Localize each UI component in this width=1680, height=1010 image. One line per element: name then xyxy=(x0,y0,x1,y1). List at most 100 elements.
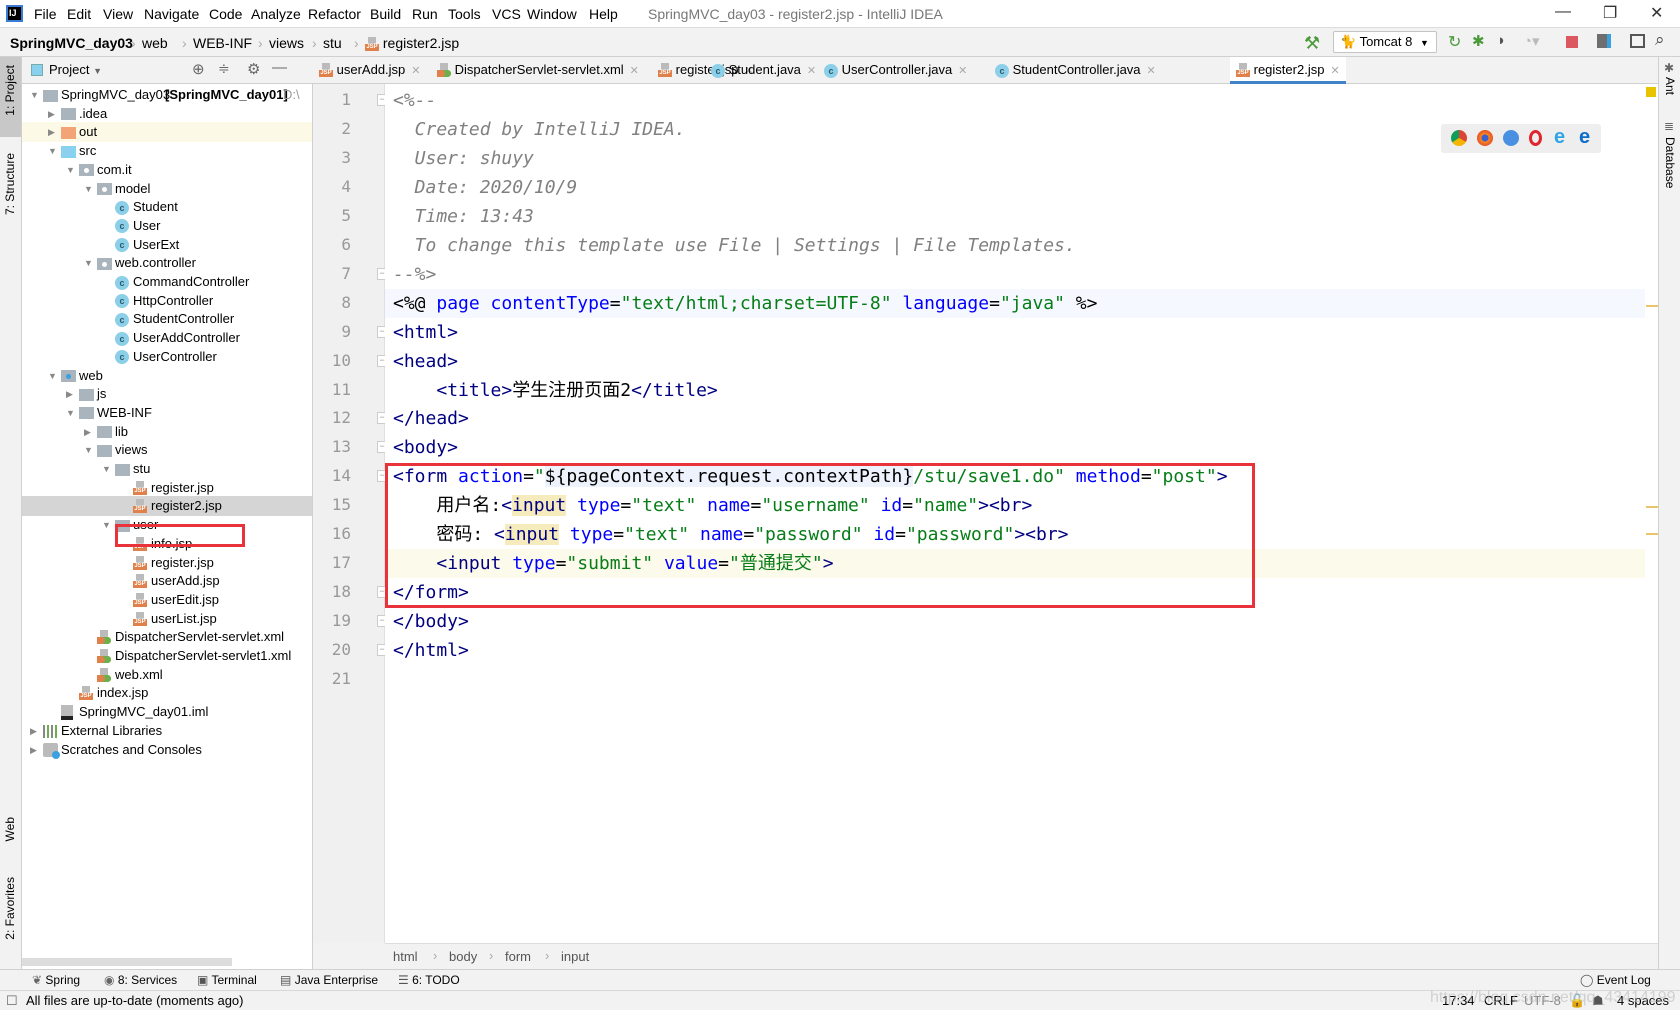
tree-item[interactable]: SpringMVC_day01.iml xyxy=(22,702,312,722)
code-line[interactable]: <body> xyxy=(385,433,1645,462)
tool-window-favorites[interactable]: 2: Favorites xyxy=(3,877,17,940)
minimize-button[interactable]: — xyxy=(1555,3,1571,21)
code-line[interactable]: <%@ page contentType="text/html;charset=… xyxy=(385,288,1645,318)
tree-item[interactable]: index.jsp xyxy=(22,683,312,703)
code-line[interactable]: <%-- xyxy=(385,86,1645,115)
run-anything-icon[interactable] xyxy=(1630,34,1645,48)
collapsed-arrow-icon[interactable]: ▶ xyxy=(84,422,91,442)
tab-dispatcherservlet-servlet-xml[interactable]: DispatcherServlet-servlet.xml ✕ xyxy=(431,57,645,84)
close-tab-icon[interactable]: ✕ xyxy=(411,65,420,77)
horizontal-scrollbar[interactable] xyxy=(22,958,232,966)
code-line[interactable]: To change this template use File | Setti… xyxy=(385,231,1645,260)
close-tab-icon[interactable]: ✕ xyxy=(1147,65,1156,77)
collapsed-arrow-icon[interactable]: ▶ xyxy=(30,721,37,741)
code-line[interactable]: <html> xyxy=(385,318,1645,347)
tree-item[interactable]: c UserAddController xyxy=(22,328,312,348)
editor-crumb[interactable]: html xyxy=(393,949,418,964)
expanded-arrow-icon[interactable]: ▼ xyxy=(48,366,57,386)
tree-item[interactable]: DispatcherServlet-servlet.xml xyxy=(22,627,312,647)
menu-window[interactable]: Window xyxy=(527,6,577,22)
code-line[interactable]: </body> xyxy=(385,607,1645,636)
tree-item[interactable]: ▶ .idea xyxy=(22,104,312,124)
expanded-arrow-icon[interactable]: ▼ xyxy=(84,253,93,273)
tree-item[interactable]: ▶ Scratches and Consoles xyxy=(22,740,312,760)
nav-crumb[interactable]: web xyxy=(142,35,168,51)
tree-item[interactable]: ▼ WEB-INF xyxy=(22,403,312,423)
menu-help[interactable]: Help xyxy=(589,6,618,22)
tree-item[interactable]: ▼ src xyxy=(22,141,312,161)
safari-icon[interactable] xyxy=(1503,130,1519,146)
menu-view[interactable]: View xyxy=(103,6,133,22)
tool-services[interactable]: ◉ 8: Services xyxy=(104,973,177,987)
close-tab-icon[interactable]: ✕ xyxy=(630,65,639,77)
collapsed-arrow-icon[interactable]: ▶ xyxy=(66,384,73,404)
expanded-arrow-icon[interactable]: ▼ xyxy=(102,515,111,535)
tab-usercontroller-java[interactable]: c UserController.java ✕ xyxy=(818,57,973,84)
close-tab-icon[interactable]: ✕ xyxy=(1330,65,1339,77)
tree-item[interactable]: web.xml xyxy=(22,665,312,685)
tool-window-structure[interactable]: 7: Structure xyxy=(3,153,17,215)
tree-item[interactable]: userAdd.jsp xyxy=(22,571,312,591)
tool-event-log[interactable]: ◯ Event Log xyxy=(1580,973,1651,987)
firefox-icon[interactable] xyxy=(1477,130,1493,146)
nav-crumb[interactable]: SpringMVC_day03 xyxy=(10,35,133,51)
menu-tools[interactable]: Tools xyxy=(448,6,481,22)
collapse-all-icon[interactable]: ≑ xyxy=(218,60,230,77)
gear-icon[interactable]: ⚙ xyxy=(247,60,260,78)
menu-analyze[interactable]: Analyze xyxy=(251,6,301,22)
tree-item[interactable]: c StudentController xyxy=(22,309,312,329)
collapsed-arrow-icon[interactable]: ▶ xyxy=(30,740,37,760)
tree-item[interactable]: userEdit.jsp xyxy=(22,590,312,610)
tree-item[interactable]: register2.jsp xyxy=(22,496,312,517)
code-line[interactable]: <title>学生注册页面2</title> xyxy=(385,376,1645,405)
tree-item[interactable]: ▼ com.it xyxy=(22,160,312,180)
error-stripe-mark[interactable] xyxy=(1646,305,1658,307)
tree-item[interactable]: ▶ js xyxy=(22,384,312,404)
tree-item[interactable]: c HttpController xyxy=(22,291,312,311)
tab-useradd-jsp[interactable]: userAdd.jsp ✕ xyxy=(313,57,427,84)
tool-window-ant[interactable]: Ant xyxy=(1663,77,1677,95)
editor-crumb[interactable]: body xyxy=(449,949,477,964)
error-stripe-mark[interactable] xyxy=(1646,533,1658,535)
menu-vcs[interactable]: VCS xyxy=(492,6,521,22)
coverage-icon[interactable]: ◗ xyxy=(1497,32,1506,49)
tool-java-enterprise[interactable]: ▤ Java Enterprise xyxy=(280,973,378,987)
tree-item[interactable]: ▶ lib xyxy=(22,422,312,442)
run-configuration-select[interactable]: 🐈 Tomcat 8 ▼ xyxy=(1333,31,1437,53)
tool-terminal[interactable]: ▣ Terminal xyxy=(197,973,257,987)
tool-window-database[interactable]: Database xyxy=(1663,137,1677,188)
menu-code[interactable]: Code xyxy=(209,6,242,22)
tool-window-web[interactable]: Web xyxy=(3,817,17,841)
menu-run[interactable]: Run xyxy=(412,6,438,22)
tool-spring[interactable]: ❦ Spring xyxy=(32,973,80,987)
tree-item[interactable]: ▼ model xyxy=(22,179,312,199)
expanded-arrow-icon[interactable]: ▼ xyxy=(66,403,75,423)
tree-item[interactable]: ▼ SpringMVC_day03 [SpringMVC_day01] D:\ xyxy=(22,85,312,105)
code-line[interactable] xyxy=(385,665,1645,694)
tool-window-project[interactable]: 1: Project xyxy=(3,65,17,116)
opera-icon[interactable] xyxy=(1529,130,1542,146)
tab-studentcontroller-java[interactable]: c StudentController.java ✕ xyxy=(989,57,1162,84)
expanded-arrow-icon[interactable]: ▼ xyxy=(66,160,75,180)
inspection-status-icon[interactable] xyxy=(1646,87,1656,97)
tree-item[interactable]: register.jsp xyxy=(22,478,312,498)
expanded-arrow-icon[interactable]: ▼ xyxy=(102,459,111,479)
menu-edit[interactable]: Edit xyxy=(67,6,91,22)
menu-refactor[interactable]: Refactor xyxy=(308,6,361,22)
editor-crumb[interactable]: form xyxy=(505,949,531,964)
nav-crumb[interactable]: WEB-INF xyxy=(193,35,252,51)
collapsed-arrow-icon[interactable]: ▶ xyxy=(48,122,55,142)
status-toggle-icon[interactable]: ☐ xyxy=(6,993,18,1009)
expanded-arrow-icon[interactable]: ▼ xyxy=(48,141,57,161)
code-line[interactable]: Date: 2020/10/9 xyxy=(385,173,1645,202)
tree-item[interactable]: ▼ web xyxy=(22,366,312,386)
tree-item[interactable]: ▼ views xyxy=(22,440,312,460)
tree-item[interactable]: c Student xyxy=(22,197,312,217)
expanded-arrow-icon[interactable]: ▼ xyxy=(30,85,39,105)
debug-icon[interactable]: ✱ xyxy=(1472,32,1485,50)
expanded-arrow-icon[interactable]: ▼ xyxy=(84,440,93,460)
locate-icon[interactable]: ⊕ xyxy=(192,60,205,78)
tool-todo[interactable]: ☰ 6: TODO xyxy=(398,973,460,987)
close-tab-icon[interactable]: ✕ xyxy=(958,65,967,77)
code-line[interactable]: <head> xyxy=(385,347,1645,376)
